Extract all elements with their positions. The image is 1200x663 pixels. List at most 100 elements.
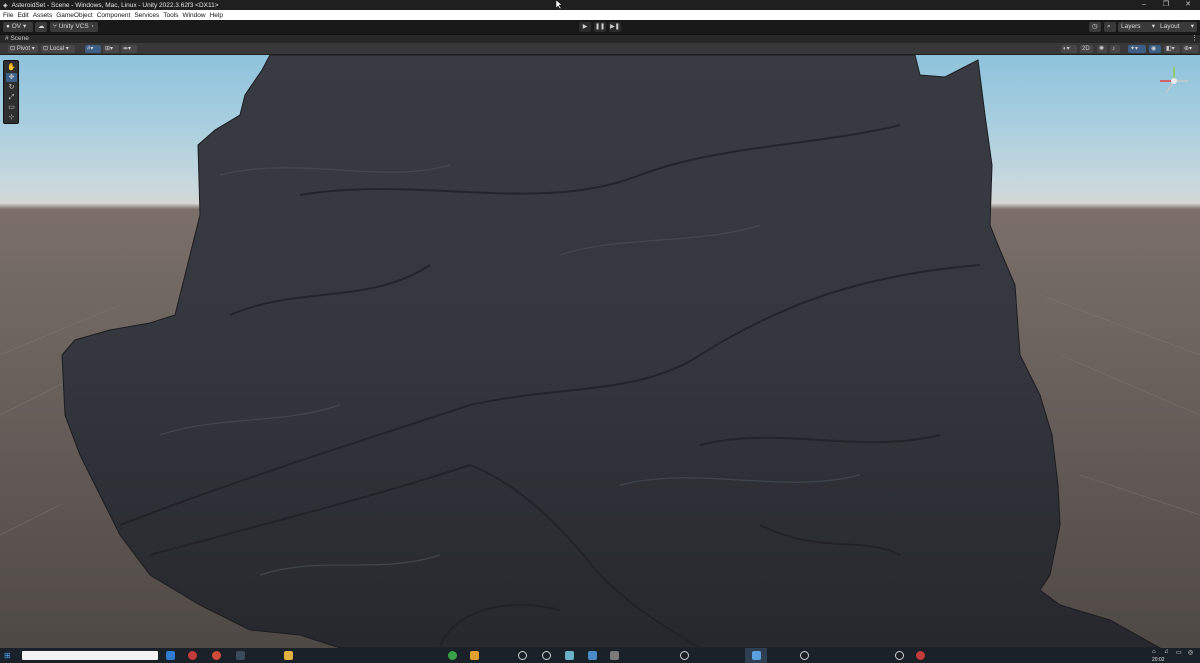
audio-toggle[interactable]: ♪ (1110, 45, 1120, 53)
unity-logo-icon: ◈ (3, 2, 8, 9)
camera-dropdown[interactable]: ◧▾ (1164, 45, 1180, 53)
menu-edit[interactable]: Edit (17, 12, 28, 19)
chevron-down-icon: ▾ (90, 23, 95, 30)
taskbar-app-icon[interactable] (610, 651, 619, 660)
tools-overlay: ✋ ✥ ↻ ⤢ ▭ ⊹ (3, 60, 19, 124)
menu-services[interactable]: Services (134, 12, 159, 19)
taskbar-app-icon[interactable] (518, 651, 527, 660)
grid-toggle[interactable]: #▾ (85, 45, 101, 53)
taskbar-app-icon[interactable] (236, 651, 245, 660)
scale-tool-button[interactable]: ⤢ (6, 93, 17, 102)
pause-button[interactable]: ❚❚ (594, 22, 606, 32)
rotate-tool-icon: ↻ (8, 84, 15, 91)
chevron-down-icon: ▾ (1151, 23, 1155, 30)
lighting-toggle[interactable]: ✺ (1097, 45, 1107, 53)
asteroid-mesh (61, 55, 1162, 648)
move-tool-icon: ✥ (8, 74, 15, 81)
hand-tool-button[interactable]: ✋ (6, 63, 17, 72)
system-tray: ⌂ ♫ ▭ ◎ 20:02 (1150, 649, 1198, 663)
taskbar-app-icon[interactable] (542, 651, 551, 660)
pivot-label: Pivot (16, 46, 31, 52)
menu-help[interactable]: Help (210, 12, 223, 19)
effects-icon: ✦▾ (1130, 46, 1139, 52)
layers-dropdown[interactable]: Layers ▾ (1118, 22, 1158, 32)
taskbar-app-icon[interactable] (448, 651, 457, 660)
more-options-icon[interactable]: ⋮ (1191, 35, 1198, 43)
gizmos-dropdown[interactable]: ⊕▾ (1182, 45, 1198, 53)
tab-scene[interactable]: # Scene (2, 35, 32, 43)
network-icon[interactable]: ⌂ (1152, 649, 1156, 655)
taskbar-app-icon[interactable] (800, 651, 809, 660)
minimize-button[interactable]: – (1133, 0, 1155, 10)
volume-icon[interactable]: ♫ (1164, 649, 1169, 655)
taskbar-app-icon[interactable] (916, 651, 925, 660)
start-icon[interactable]: ⊞ (4, 651, 13, 660)
menu-gameobject[interactable]: GameObject (56, 12, 93, 19)
eye-icon: ◉ (1151, 46, 1157, 52)
taskbar-app-icon[interactable] (588, 651, 597, 660)
transform-tool-icon: ⊹ (8, 114, 15, 121)
maximize-button[interactable]: ❐ (1155, 0, 1177, 10)
local-dropdown[interactable]: ⊡ Local ▾ (41, 45, 75, 53)
main-toolbar: ● OV ▾ ☁ ⑂ Unity VCS ▾ ▶ ❚❚ ▶❚ ◷ ⌕ Layer… (0, 20, 1200, 34)
scene-viewport[interactable]: ✋ ✥ ↻ ⤢ ▭ ⊹ (0, 55, 1200, 648)
menu-tools[interactable]: Tools (163, 12, 178, 19)
taskbar-app-icon[interactable] (470, 651, 479, 660)
chevron-down-icon: ▾ (65, 46, 69, 52)
increment-toggle[interactable]: ⇹▾ (121, 45, 137, 53)
layout-label: Layout (1160, 23, 1180, 30)
scene-icon: # (5, 35, 9, 42)
search-icon: ⌕ (1107, 23, 1111, 30)
cloud-icon: ☁ (38, 23, 45, 30)
menu-component[interactable]: Component (97, 12, 131, 19)
search-button[interactable]: ⌕ (1104, 22, 1116, 32)
rotate-tool-button[interactable]: ↻ (6, 83, 17, 92)
taskbar-app-icon[interactable] (565, 651, 574, 660)
vcs-dropdown[interactable]: ⑂ Unity VCS ▾ (50, 22, 98, 32)
history-button[interactable]: ◷ (1089, 22, 1101, 32)
layout-dropdown[interactable]: Layout ▾ (1157, 22, 1197, 32)
menu-assets[interactable]: Assets (33, 12, 53, 19)
pivot-dropdown[interactable]: ⊡ Pivot ▾ (8, 45, 38, 53)
play-button[interactable]: ▶ (579, 22, 591, 32)
battery-icon[interactable]: ▭ (1176, 649, 1182, 656)
account-icon: ● (6, 23, 10, 30)
unity-taskbar-icon[interactable] (752, 651, 761, 660)
draw-mode-dropdown[interactable]: ◐▾ (1061, 45, 1077, 53)
hidden-objects-toggle[interactable]: ◉ (1149, 45, 1161, 53)
taskbar-app-icon[interactable] (680, 651, 689, 660)
camera-icon: ◧▾ (1166, 46, 1175, 52)
account-dropdown[interactable]: ● OV ▾ (3, 22, 33, 32)
move-tool-button[interactable]: ✥ (6, 73, 17, 82)
lightbulb-icon: ✺ (1099, 46, 1105, 52)
clock-time[interactable]: 20:02 (1152, 657, 1165, 663)
taskbar-app-icon[interactable] (166, 651, 175, 660)
transform-tool-button[interactable]: ⊹ (6, 113, 17, 122)
grid-icon: #▾ (87, 46, 94, 52)
increment-icon: ⇹▾ (123, 46, 132, 52)
vcs-label: Unity VCS (58, 23, 89, 30)
scene-toolbar: ⊡ Pivot ▾ ⊡ Local ▾ #▾ ⊞▾ ⇹▾ ◐▾ 2D ✺ ♪ ✦… (0, 43, 1200, 55)
scene-render (0, 55, 1200, 648)
window-title: AsteroidSet - Scene - Windows, Mac, Linu… (11, 1, 219, 9)
taskbar-search-box[interactable] (22, 651, 158, 660)
menu-file[interactable]: File (3, 12, 13, 19)
2d-toggle[interactable]: 2D (1080, 45, 1093, 53)
2d-label: 2D (1082, 46, 1090, 52)
view-gizmo[interactable] (1160, 67, 1188, 94)
notification-icon[interactable]: ◎ (1188, 649, 1193, 656)
os-taskbar: ⊞ ⌂ ♫ ▭ ◎ 20:02 (0, 648, 1200, 663)
close-button[interactable]: ✕ (1177, 0, 1199, 10)
rect-tool-button[interactable]: ▭ (6, 103, 17, 112)
taskbar-app-icon[interactable] (212, 651, 221, 660)
effects-dropdown[interactable]: ✦▾ (1128, 45, 1146, 53)
snap-toggle[interactable]: ⊞▾ (103, 45, 119, 53)
taskbar-app-icon[interactable] (284, 651, 293, 660)
cloud-button[interactable]: ☁ (35, 22, 47, 32)
vcs-icon: ⑂ (53, 23, 57, 30)
taskbar-app-icon[interactable] (895, 651, 904, 660)
history-icon: ◷ (1092, 23, 1098, 30)
taskbar-app-icon[interactable] (188, 651, 197, 660)
step-button[interactable]: ▶❚ (609, 22, 621, 32)
menu-window[interactable]: Window (182, 12, 205, 19)
